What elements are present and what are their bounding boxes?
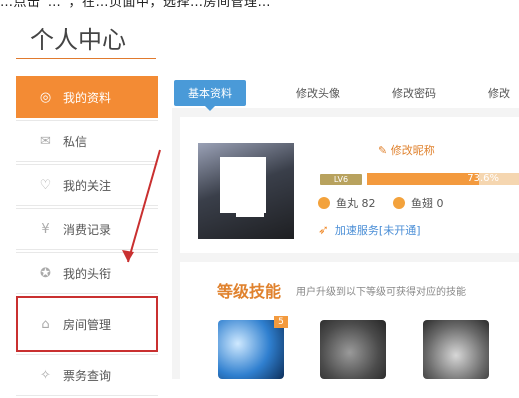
sidebar-item-label: 我的头衔 (63, 266, 112, 281)
user-circle-icon: ◎ (39, 89, 52, 105)
heart-icon: ♡ (39, 177, 52, 193)
title-underline (16, 58, 156, 59)
ticket-icon: ✧ (40, 367, 51, 383)
skill-icon-trophy[interactable] (423, 320, 489, 379)
sidebar-item-room-management[interactable]: ⌂ 房间管理 (16, 296, 158, 352)
rocket-icon: ➶ (318, 222, 329, 238)
shark-fin-balance: 鱼翅 0 (393, 195, 444, 211)
level-progress-fill (367, 173, 479, 185)
avatar-redaction (236, 203, 264, 217)
sidebar-item-label: 房间管理 (63, 317, 112, 332)
level-progress-bar: 73.6% (367, 173, 519, 185)
avatar[interactable] (198, 143, 294, 239)
edit-nickname-link[interactable]: ✎ 修改昵称 (378, 142, 435, 158)
sidebar-item-label: 票务查询 (63, 368, 112, 383)
page-title: 个人中心 (30, 26, 126, 54)
speed-service-label: 加速服务 (334, 224, 379, 237)
sidebar-item-my-profile[interactable]: ◎ 我的资料 (16, 76, 158, 118)
skill-icon-sword[interactable] (320, 320, 386, 379)
sidebar-item-titles[interactable]: ✪ 我的头衔 (16, 252, 158, 294)
level-badge: LV6 (320, 174, 362, 185)
fish-ball-icon (318, 197, 330, 209)
yen-icon: ¥ (41, 221, 50, 237)
tab-basic-info[interactable]: 基本资料 (174, 80, 246, 111)
tab-change-password[interactable]: 修改密码 (392, 80, 436, 106)
house-icon: ⌂ (41, 316, 50, 332)
sidebar-item-messages[interactable]: ✉ 私信 (16, 120, 158, 162)
skills-title: 等级技能 (217, 282, 282, 301)
envelope-icon: ✉ (40, 133, 51, 149)
sidebar-item-label: 消费记录 (63, 222, 112, 237)
edit-nickname-label: 修改昵称 (390, 144, 435, 157)
skill-level-badge: 5 (274, 316, 288, 328)
top-caption-strip: …点击“…”，在…页面中，选择…房间管理… (0, 0, 519, 8)
fish-ball-label: 鱼丸 82 (336, 197, 376, 210)
fish-ball-balance: 鱼丸 82 (318, 195, 376, 211)
sidebar-item-purchases[interactable]: ¥ 消费记录 (16, 208, 158, 250)
skills-subtitle: 用户升级到以下等级可获得对应的技能 (296, 287, 466, 298)
pencil-icon: ✎ (378, 144, 388, 157)
sidebar-item-label: 我的关注 (63, 178, 112, 193)
sidebar-item-tickets[interactable]: ✧ 票务查询 (16, 354, 158, 396)
sidebar-item-label: 私信 (63, 134, 88, 149)
top-caption: …点击“…”，在…页面中，选择…房间管理… (0, 0, 271, 8)
tab-change-avatar[interactable]: 修改头像 (296, 80, 340, 106)
speed-service[interactable]: ➶ 加速服务 [未开通] (318, 222, 421, 238)
shark-fin-icon (393, 197, 405, 209)
sidebar-item-label: 我的资料 (63, 90, 112, 105)
speed-service-status: [未开通] (378, 224, 421, 237)
tab-bar: 基本资料 修改头像 修改密码 修改 (172, 74, 519, 111)
shark-fin-label: 鱼翅 0 (411, 197, 444, 210)
tab-more[interactable]: 修改 (488, 80, 510, 106)
sidebar-item-following[interactable]: ♡ 我的关注 (16, 164, 158, 206)
badge-icon: ✪ (40, 265, 51, 281)
level-progress-text: 73.6% (467, 173, 499, 184)
sidebar: ◎ 我的资料 ✉ 私信 ♡ 我的关注 ¥ 消费记录 ✪ 我的头衔 ⌂ 房间管理 … (16, 76, 158, 398)
skill-icon-water[interactable] (218, 320, 284, 379)
